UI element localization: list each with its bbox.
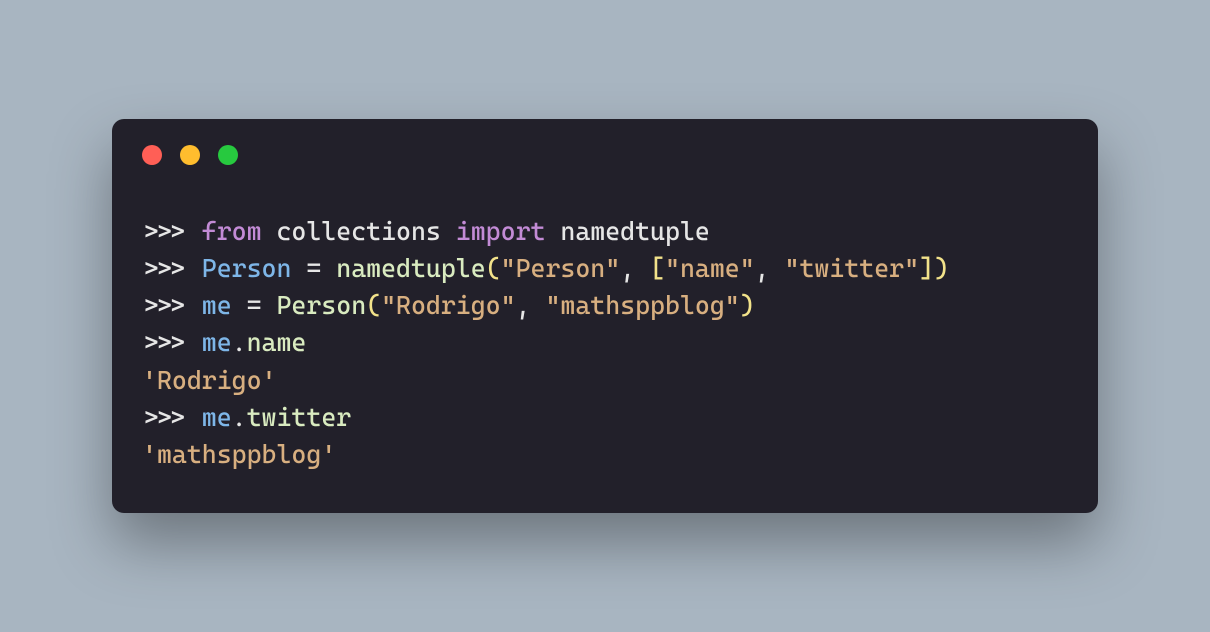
bracket-close: ] (919, 253, 934, 283)
dot-op: . (232, 402, 247, 432)
minimize-icon[interactable] (180, 145, 200, 165)
string-literal: "name" (665, 253, 755, 283)
identifier: me (202, 290, 232, 320)
repl-output: 'mathsppblog' (142, 439, 336, 469)
string-literal: "Rodrigo" (381, 290, 515, 320)
paren-open: ( (486, 253, 501, 283)
bracket-open: [ (650, 253, 665, 283)
window-controls (142, 145, 1068, 165)
repl-prompt: >>> (142, 402, 202, 432)
identifier: me (202, 327, 232, 357)
repl-output: 'Rodrigo' (142, 365, 276, 395)
class-call: Person (276, 290, 366, 320)
paren-open: ( (366, 290, 381, 320)
import-target: namedtuple (560, 216, 709, 246)
keyword-from: from (202, 216, 262, 246)
repl-prompt: >>> (142, 216, 202, 246)
attribute: twitter (247, 402, 352, 432)
terminal-window: >>> from collections import namedtuple >… (112, 119, 1098, 514)
code-block: >>> from collections import namedtuple >… (142, 213, 1068, 474)
maximize-icon[interactable] (218, 145, 238, 165)
string-literal: "twitter" (785, 253, 919, 283)
paren-close: ) (934, 253, 949, 283)
close-icon[interactable] (142, 145, 162, 165)
string-literal: "mathsppblog" (545, 290, 739, 320)
identifier: Person (202, 253, 292, 283)
identifier: me (202, 402, 232, 432)
keyword-import: import (456, 216, 546, 246)
assign-op: = (291, 253, 336, 283)
repl-prompt: >>> (142, 327, 202, 357)
repl-prompt: >>> (142, 290, 202, 320)
paren-close: ) (740, 290, 755, 320)
module-name: collections (276, 216, 440, 246)
string-literal: "Person" (501, 253, 621, 283)
function-call: namedtuple (336, 253, 485, 283)
attribute: name (247, 327, 307, 357)
dot-op: . (232, 327, 247, 357)
assign-op: = (232, 290, 277, 320)
repl-prompt: >>> (142, 253, 202, 283)
